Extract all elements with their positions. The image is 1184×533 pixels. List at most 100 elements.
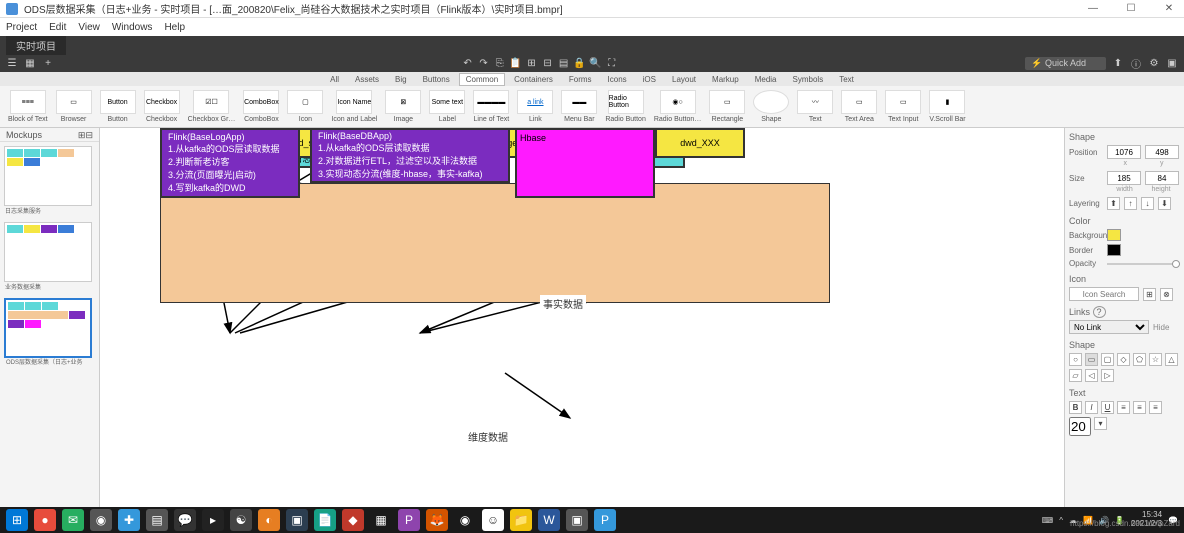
paste-icon[interactable]: 📋 [510,57,522,69]
cat-layout[interactable]: Layout [665,73,703,86]
shape-arrow-r-icon[interactable]: ▷ [1101,369,1114,382]
thumb-3[interactable]: ODS层数据采集（日志+业务 [4,298,92,358]
cat-forms[interactable]: Forms [562,73,599,86]
app13-icon[interactable]: ☺ [482,509,504,531]
cat-containers[interactable]: Containers [507,73,560,86]
menu-project[interactable]: Project [6,22,37,33]
basedb-app-node[interactable]: Flink(BaseDBApp)1.从kafka的ODS层读取数据2.对数据进行… [310,128,510,183]
bring-forward-icon[interactable]: ↑ [1124,197,1137,210]
cat-text[interactable]: Text [832,73,861,86]
app6-icon[interactable]: ☯ [230,509,252,531]
fullscreen-icon[interactable]: ▣ [1166,57,1178,69]
wechat-icon[interactable]: ✉ [62,509,84,531]
lock-icon[interactable]: 🔒 [574,57,586,69]
word-icon[interactable]: W [538,509,560,531]
settings-icon[interactable]: ⚙ [1148,57,1160,69]
app14-icon[interactable]: ▣ [566,509,588,531]
dwd-xxx-node[interactable]: dwd_XXX [655,128,745,158]
shape-rect-icon[interactable]: ▭ [1085,353,1098,366]
cat-common[interactable]: Common [459,73,505,86]
maximize-button[interactable]: ☐ [1122,3,1140,14]
shape-arrow-l-icon[interactable]: ◁ [1085,369,1098,382]
ribbon-link[interactable]: a linkLink [513,90,557,123]
ribbon-textarea[interactable]: ▭Text Area [837,90,881,123]
explorer-icon[interactable]: 📁 [510,509,532,531]
app1-icon[interactable]: ● [34,509,56,531]
chrome-icon[interactable]: ◉ [454,509,476,531]
app11-icon[interactable]: ▦ [370,509,392,531]
app4-icon[interactable]: ▤ [146,509,168,531]
group-icon[interactable]: ⊞ [526,57,538,69]
fontsize-dropdown-icon[interactable]: ▾ [1094,417,1107,430]
minimize-button[interactable]: — [1084,3,1102,14]
app15-icon[interactable]: P [594,509,616,531]
copy-icon[interactable]: ⎘ [494,57,506,69]
send-backward-icon[interactable]: ↓ [1141,197,1154,210]
ribbon-radio[interactable]: Radio ButtonRadio Button [601,90,649,123]
ribbon-button[interactable]: ButtonButton [96,90,140,123]
ungroup-icon[interactable]: ⊟ [542,57,554,69]
close-button[interactable]: ✕ [1160,3,1178,14]
send-back-icon[interactable]: ⬇ [1158,197,1171,210]
hide-link[interactable]: Hide [1153,323,1169,332]
app9-icon[interactable]: 📄 [314,509,336,531]
menu-view[interactable]: View [78,22,100,33]
link-select[interactable]: No Link [1069,320,1149,334]
thumb-2[interactable]: 业务数据采集 [4,222,92,282]
opacity-slider[interactable] [1107,263,1180,265]
ribbon-shape[interactable]: Shape [749,90,793,123]
align-icon[interactable]: ▤ [558,57,570,69]
cat-symbols[interactable]: Symbols [786,73,831,86]
cat-all[interactable]: All [323,73,346,86]
start-icon[interactable]: ⊞ [6,509,28,531]
info-icon[interactable]: ⓘ [1130,57,1142,69]
ribbon-browser[interactable]: ▭Browser [52,90,96,123]
ribbon-vscroll[interactable]: ▮V.Scroll Bar [925,90,969,123]
cat-media[interactable]: Media [748,73,784,86]
share-icon[interactable]: ⬆ [1112,57,1124,69]
menu-help[interactable]: Help [164,22,185,33]
app7-icon[interactable]: ◐ [258,509,280,531]
ribbon-combobox[interactable]: ComboBoxComboBox [239,90,283,123]
bg-swatch[interactable] [1107,229,1121,241]
ribbon-menubar[interactable]: ▬▬Menu Bar [557,90,601,123]
expand-icon[interactable]: ⛶ [606,57,618,69]
size-w-input[interactable] [1107,171,1141,185]
ribbon-iconlabel[interactable]: Icon NameIcon and Label [327,90,381,123]
bring-front-icon[interactable]: ⬆ [1107,197,1120,210]
cat-buttons[interactable]: Buttons [416,73,457,86]
undo-icon[interactable]: ↶ [462,57,474,69]
panel-toggle-icon[interactable]: ⊞⊟ [78,130,93,139]
firefox-icon[interactable]: 🦊 [426,509,448,531]
hbase-node[interactable]: Hbase [515,128,655,198]
shape-round-icon[interactable]: ▢ [1101,353,1114,366]
ribbon-image[interactable]: ⊠Image [381,90,425,123]
size-h-input[interactable] [1145,171,1179,185]
thumb-1[interactable]: 日志采集服务 [4,146,92,206]
list-view-icon[interactable]: ☰ [6,57,18,69]
bold-icon[interactable]: B [1069,401,1082,414]
ribbon-text[interactable]: 〰Text [793,90,837,123]
ribbon-checkbox[interactable]: CheckboxCheckbox [140,90,184,123]
icon-clear-icon[interactable]: ⊗ [1160,288,1173,301]
add-tab-icon[interactable]: + [42,57,54,69]
ribbon-icon[interactable]: ▢Icon [283,90,327,123]
app3-icon[interactable]: ✚ [118,509,140,531]
pos-x-input[interactable] [1107,145,1141,159]
align-left-icon[interactable]: ≡ [1117,401,1130,414]
ribbon-lineoftext[interactable]: ▬▬▬▬Line of Text [469,90,513,123]
italic-icon[interactable]: I [1085,401,1098,414]
shape-star-icon[interactable]: ☆ [1149,353,1162,366]
app12-icon[interactable]: P [398,509,420,531]
cat-markup[interactable]: Markup [705,73,746,86]
ribbon-textinput[interactable]: ▭Text Input [881,90,925,123]
shape-parallelogram-icon[interactable]: ▱ [1069,369,1082,382]
menu-windows[interactable]: Windows [112,22,153,33]
zoom-icon[interactable]: 🔍 [590,57,602,69]
app8-icon[interactable]: ▣ [286,509,308,531]
document-tab[interactable]: 实时项目 [6,36,66,55]
kafka-box[interactable]: Kafka [160,183,830,303]
app2-icon[interactable]: ◉ [90,509,112,531]
ribbon-block[interactable]: ≡≡≡Block of Text [4,90,52,123]
shape-pentagon-icon[interactable]: ⬠ [1133,353,1146,366]
